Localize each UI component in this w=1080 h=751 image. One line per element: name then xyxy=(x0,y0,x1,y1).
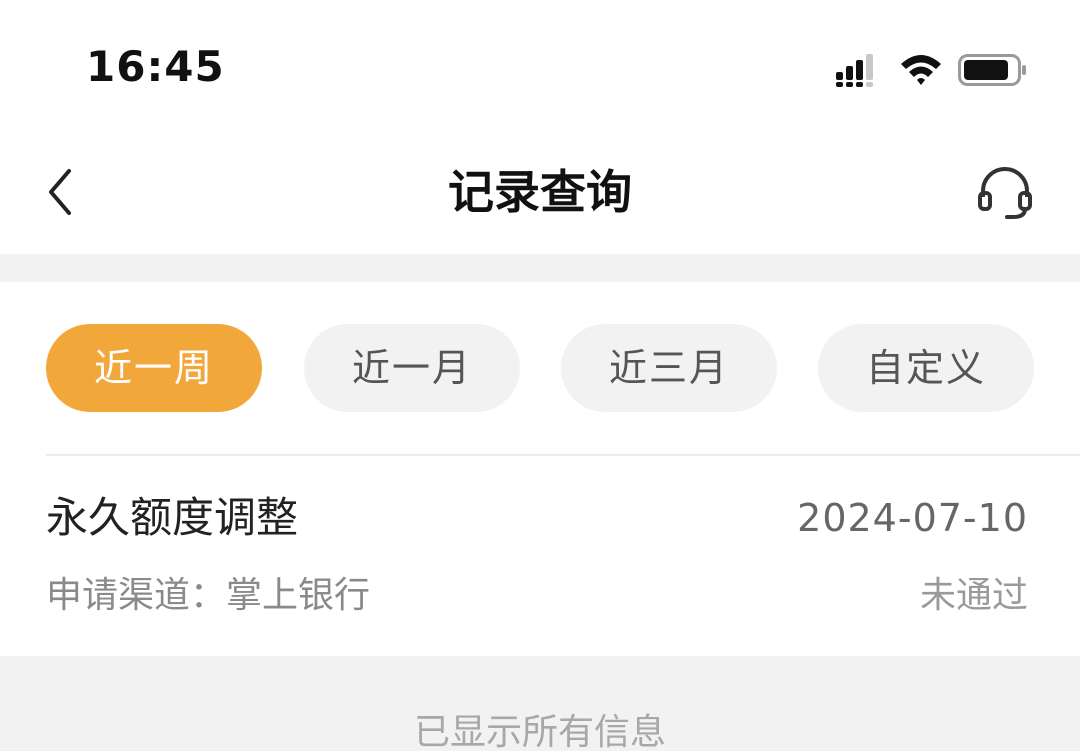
wifi-icon xyxy=(901,55,941,85)
page-title: 记录查询 xyxy=(448,165,632,219)
record-title: 永久额度调整 xyxy=(46,493,299,542)
record-channel: 申请渠道：掌上银行 xyxy=(46,575,371,616)
nav-bar: 记录查询 xyxy=(0,130,1080,254)
screen: 16:45 记录查询 近一周 近一月 近三月 自定义 永久额度调整 2024-0… xyxy=(0,0,1080,751)
status-icons xyxy=(834,50,1028,90)
filter-chip-custom[interactable]: 自定义 xyxy=(818,324,1034,412)
headset-icon xyxy=(978,167,1032,219)
customer-service-button[interactable] xyxy=(970,158,1040,228)
divider xyxy=(46,454,1080,456)
filter-row: 近一周 近一月 近三月 自定义 xyxy=(46,324,1034,412)
filter-chip-month[interactable]: 近一月 xyxy=(304,324,520,412)
content-card: 近一周 近一月 近三月 自定义 永久额度调整 2024-07-10 申请渠道：掌… xyxy=(0,282,1080,656)
filter-chip-three-months[interactable]: 近三月 xyxy=(561,324,777,412)
signal-icon xyxy=(836,54,873,87)
record-date: 2024-07-10 xyxy=(797,496,1028,540)
status-bar: 16:45 xyxy=(0,0,1080,130)
filter-chip-week[interactable]: 近一周 xyxy=(46,324,262,412)
status-time: 16:45 xyxy=(86,42,225,91)
battery-icon xyxy=(958,54,1026,86)
record-item[interactable]: 永久额度调整 2024-07-10 申请渠道：掌上银行 未通过 xyxy=(46,472,1028,632)
record-status: 未通过 xyxy=(919,575,1028,616)
all-shown-note: 已显示所有信息 xyxy=(413,712,666,751)
